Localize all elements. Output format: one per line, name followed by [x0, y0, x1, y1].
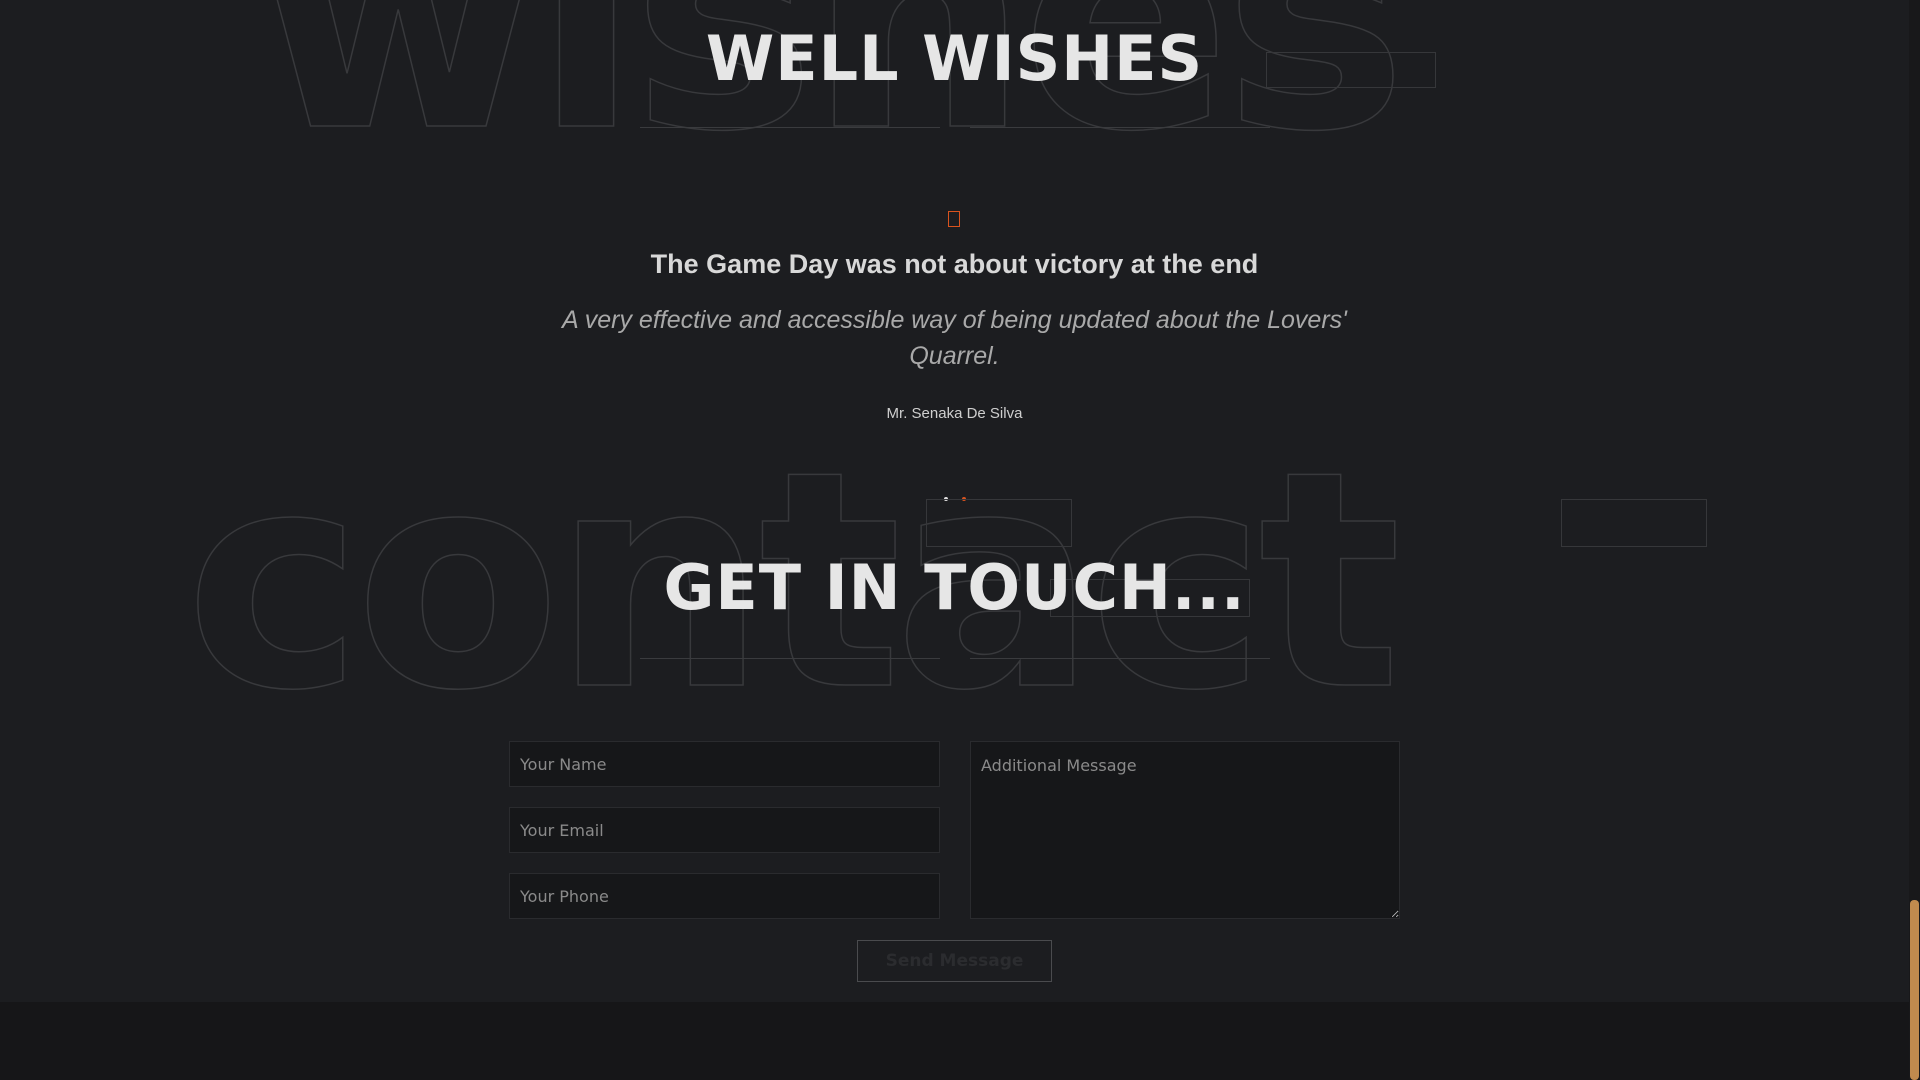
message-field[interactable] — [970, 741, 1400, 919]
decorative-box — [1561, 499, 1707, 547]
section-title-get-in-touch: GET IN TOUCH... — [663, 551, 1246, 624]
testimonial-heading: The Game Day was not about victory at th… — [650, 249, 1259, 279]
phone-field[interactable] — [509, 873, 940, 919]
title-divider-left — [640, 658, 940, 659]
title-divider-right — [970, 127, 1270, 128]
email-field[interactable] — [509, 807, 940, 853]
scrollbar-thumb[interactable] — [1910, 900, 1919, 1080]
scrollbar[interactable] — [1909, 0, 1920, 1080]
testimonial-text: A very effective and accessible way of b… — [562, 306, 1347, 370]
decorative-box — [926, 499, 1072, 547]
section-title-well-wishes: WELL WISHES — [705, 22, 1204, 95]
footer — [0, 1002, 1909, 1080]
title-divider-left — [640, 127, 940, 128]
name-field[interactable] — [509, 741, 940, 787]
main-content: wishes WELL WISHES The Game Day was not … — [0, 0, 1909, 1002]
quote-icon — [948, 211, 960, 227]
page: wishes WELL WISHES The Game Day was not … — [0, 0, 1920, 1080]
send-message-button[interactable]: Send Message — [857, 940, 1052, 982]
title-divider-right — [970, 658, 1270, 659]
